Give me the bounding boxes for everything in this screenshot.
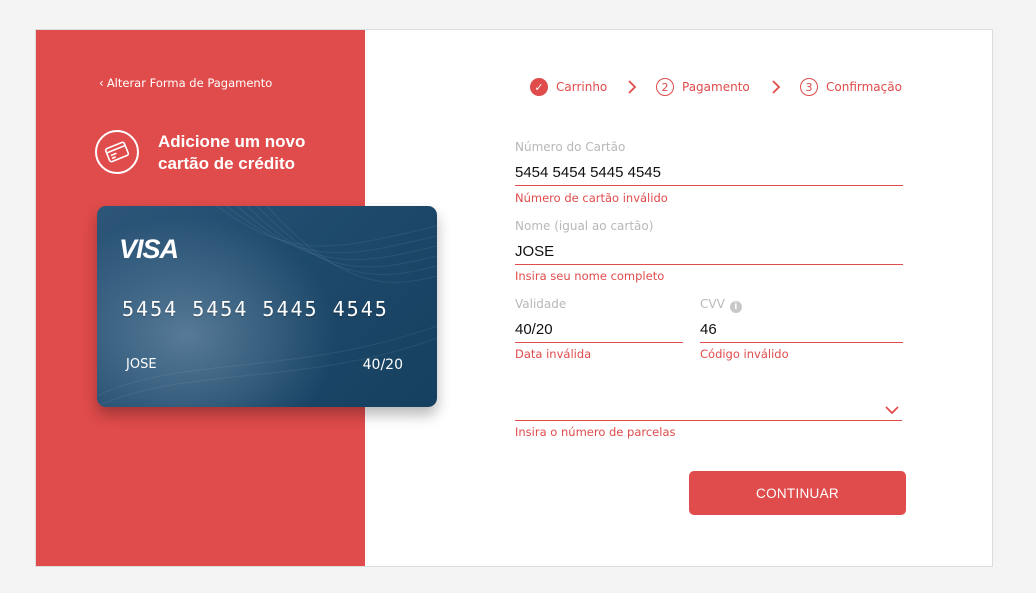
chevron-right-icon <box>628 80 637 94</box>
step-confirmation: 3 Confirmação <box>800 78 902 96</box>
change-payment-label: Alterar Forma de Pagamento <box>106 76 273 90</box>
installments-select[interactable] <box>515 398 903 420</box>
cvv-underline <box>700 342 903 343</box>
cvv-label-group: CVV i <box>700 297 742 313</box>
info-icon[interactable]: i <box>729 301 742 313</box>
step-cart-label: Carrinho <box>556 80 608 94</box>
credit-card-icon <box>95 130 139 174</box>
change-payment-link[interactable]: ‹ Alterar Forma de Pagamento <box>99 76 272 90</box>
card-expiry-preview: 40/20 <box>362 357 403 373</box>
step-payment-label: Pagamento <box>682 80 750 94</box>
expiry-input[interactable] <box>515 318 683 340</box>
card-holder-preview: JOSE <box>126 357 157 372</box>
checkout-panel: ‹ Alterar Forma de Pagamento Adicione um … <box>35 29 993 567</box>
page-title: Adicione um novo cartão de crédito <box>158 131 358 175</box>
step-payment: 2 Pagamento <box>656 78 750 96</box>
expiry-underline <box>515 342 683 343</box>
expiry-label: Validade <box>515 297 567 311</box>
step-cart: ✓ Carrinho <box>530 78 607 96</box>
installments-error: Insira o número de parcelas <box>515 425 676 439</box>
card-number-label: Número do Cartão <box>515 140 626 154</box>
card-preview: VISA 5454 5454 5445 4545 JOSE 40/20 <box>97 206 437 407</box>
expiry-error: Data inválida <box>515 347 592 361</box>
name-underline <box>515 264 903 265</box>
cvv-label: CVV <box>700 297 725 311</box>
chevron-down-icon[interactable] <box>885 406 899 415</box>
installments-underline <box>515 420 902 421</box>
continue-button[interactable]: CONTINUAR <box>689 471 906 515</box>
name-error: Insira seu nome completo <box>515 269 665 283</box>
card-number-underline <box>515 185 903 186</box>
title-line-1: Adicione um novo <box>158 132 306 151</box>
cvv-error: Código inválido <box>700 347 789 361</box>
card-number-input[interactable] <box>515 161 903 183</box>
chevron-left-icon: ‹ <box>99 76 104 90</box>
step-confirmation-label: Confirmação <box>826 80 902 94</box>
chevron-right-icon <box>772 80 781 94</box>
card-brand: VISA <box>119 234 179 264</box>
step-number-3: 3 <box>800 78 818 96</box>
title-line-2: cartão de crédito <box>158 154 295 173</box>
card-number-preview: 5454 5454 5445 4545 <box>122 297 389 321</box>
left-panel: ‹ Alterar Forma de Pagamento Adicione um … <box>36 30 437 566</box>
name-label: Nome (igual ao cartão) <box>515 219 654 233</box>
card-number-error: Número de cartão inválido <box>515 191 668 205</box>
check-icon: ✓ <box>530 78 548 96</box>
cvv-input[interactable] <box>700 318 903 340</box>
name-input[interactable] <box>515 240 903 262</box>
step-number-2: 2 <box>656 78 674 96</box>
